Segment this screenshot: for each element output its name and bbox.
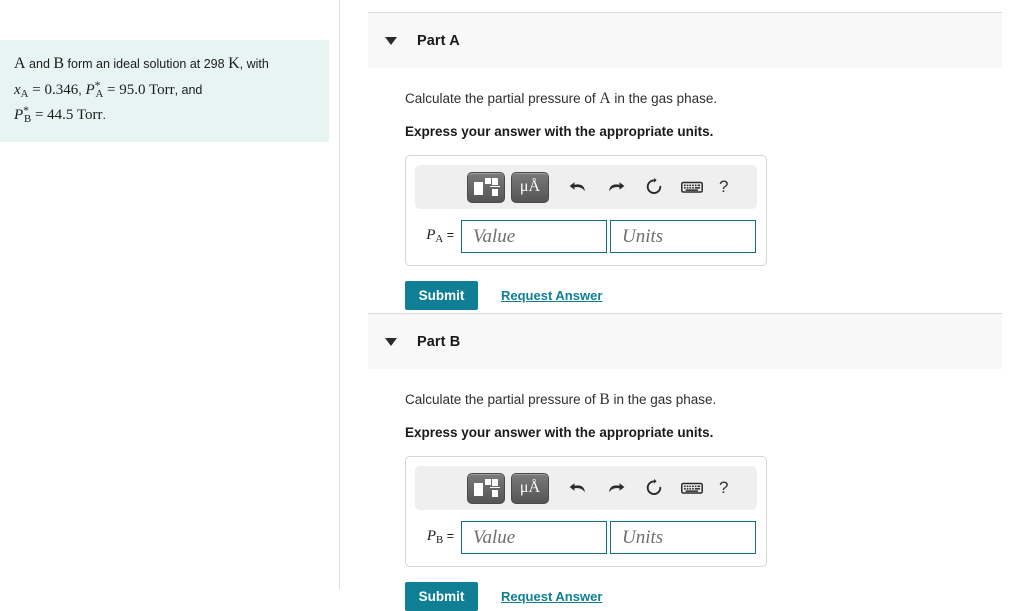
part-a-question: Calculate the partial pressure of A in t… bbox=[405, 90, 1002, 108]
part-b-answer-box: μÅ ? PB = Value Units bbox=[405, 456, 767, 567]
part-a-variable-symbol: P bbox=[426, 227, 436, 244]
part-a-value-placeholder: Value bbox=[473, 225, 516, 247]
part-a-answer-box: μÅ ? PA = Value Units bbox=[405, 155, 767, 266]
caret-down-icon[interactable] bbox=[385, 36, 397, 45]
part-a-request-answer-link[interactable]: Request Answer bbox=[501, 288, 602, 303]
species-a-symbol: A bbox=[14, 55, 26, 72]
part-section-b: Part B Calculate the partial pressure of… bbox=[368, 313, 1002, 611]
problem-pane: A and B form an ideal solution at 298 K,… bbox=[0, 0, 340, 589]
page-root: A and B form an ideal solution at 298 K,… bbox=[0, 0, 1021, 611]
vapor-pressure-b-value: = 44.5 Torr bbox=[34, 107, 103, 124]
help-icon[interactable]: ? bbox=[719, 177, 728, 197]
part-b-submit-row: Submit Request Answer bbox=[405, 582, 1002, 611]
part-a-question-text: Calculate the partial pressure of bbox=[405, 91, 596, 106]
math-template-glyph bbox=[474, 177, 500, 197]
species-b-symbol: B bbox=[53, 55, 65, 72]
part-b-value-input[interactable]: Value bbox=[461, 521, 607, 554]
part-b-title: Part B bbox=[417, 333, 461, 350]
part-a-equals-sign: = bbox=[446, 228, 454, 243]
part-b-body: Calculate the partial pressure of B in t… bbox=[368, 369, 1002, 611]
vapor-pressure-a-value: = 95.0 Torr bbox=[107, 81, 175, 98]
reset-circular-arrow-icon[interactable] bbox=[639, 473, 669, 503]
units-icon-label: μÅ bbox=[519, 479, 541, 496]
undo-arrow-icon[interactable] bbox=[563, 172, 593, 202]
part-b-request-answer-link[interactable]: Request Answer bbox=[501, 589, 602, 604]
help-icon[interactable]: ? bbox=[719, 478, 728, 498]
part-b-toolbar: μÅ ? bbox=[415, 466, 757, 510]
part-b-input-row: PB = Value Units bbox=[415, 521, 757, 554]
part-b-instruction: Express your answer with the appropriate… bbox=[405, 425, 714, 440]
mole-fraction-symbol: x bbox=[14, 81, 21, 98]
part-a-units-placeholder: Units bbox=[622, 225, 664, 247]
part-b-submit-button[interactable]: Submit bbox=[405, 582, 478, 611]
keyboard-icon[interactable] bbox=[677, 473, 707, 503]
caret-down-icon[interactable] bbox=[385, 337, 397, 346]
part-a-question-tail: in the gas phase. bbox=[614, 91, 718, 106]
problem-text-with: , with bbox=[239, 57, 269, 71]
problem-line-1: A and B form an ideal solution at 298 K,… bbox=[14, 52, 315, 77]
math-template-glyph bbox=[474, 478, 500, 498]
math-template-icon[interactable] bbox=[467, 171, 505, 203]
part-b-equals-sign: = bbox=[446, 529, 454, 544]
units-icon[interactable]: μÅ bbox=[511, 472, 549, 504]
problem-statement: A and B form an ideal solution at 298 K,… bbox=[0, 40, 329, 143]
part-b-question-text: Calculate the partial pressure of bbox=[405, 392, 596, 407]
units-icon-label: μÅ bbox=[519, 178, 541, 195]
part-a-input-row: PA = Value Units bbox=[415, 220, 757, 253]
problem-and-2: , and bbox=[174, 82, 203, 97]
part-a-variable-label: PA = bbox=[415, 227, 461, 245]
vapor-pressure-b-symbol: P bbox=[14, 107, 24, 124]
mole-fraction-value: = 0.346 bbox=[32, 81, 79, 98]
part-section-a: Part A Calculate the partial pressure of… bbox=[368, 12, 1002, 310]
undo-arrow-icon[interactable] bbox=[563, 473, 593, 503]
redo-arrow-icon[interactable] bbox=[601, 473, 631, 503]
part-a-instruction: Express your answer with the appropriate… bbox=[405, 124, 714, 139]
part-a-units-input[interactable]: Units bbox=[610, 220, 756, 253]
problem-period: . bbox=[102, 108, 106, 123]
part-a-header[interactable]: Part A bbox=[368, 12, 1002, 68]
problem-line-2: xA = 0.346, P*A = 95.0 Torr, and bbox=[14, 77, 315, 103]
part-a-submit-button[interactable]: Submit bbox=[405, 281, 478, 310]
part-b-value-placeholder: Value bbox=[473, 526, 516, 548]
part-a-title: Part A bbox=[417, 32, 460, 49]
part-a-submit-row: Submit Request Answer bbox=[405, 281, 1002, 310]
problem-text-form: form an ideal solution at 298 bbox=[67, 57, 225, 71]
part-b-header[interactable]: Part B bbox=[368, 313, 1002, 369]
reset-circular-arrow-icon[interactable] bbox=[639, 172, 669, 202]
keyboard-icon[interactable] bbox=[677, 172, 707, 202]
math-template-icon[interactable] bbox=[467, 472, 505, 504]
part-a-toolbar: μÅ ? bbox=[415, 165, 757, 209]
problem-line-3: P*B = 44.5 Torr. bbox=[14, 102, 315, 128]
problem-text-and: and bbox=[29, 57, 50, 71]
vapor-pressure-a-symbol: P bbox=[85, 81, 95, 98]
part-b-variable-symbol: P bbox=[426, 528, 436, 545]
part-b-question-tail: in the gas phase. bbox=[613, 392, 717, 407]
part-b-variable-label: PB = bbox=[415, 528, 461, 546]
units-icon[interactable]: μÅ bbox=[511, 171, 549, 203]
part-b-units-placeholder: Units bbox=[622, 526, 664, 548]
redo-arrow-icon[interactable] bbox=[601, 172, 631, 202]
part-a-question-symbol: A bbox=[599, 90, 611, 107]
part-b-question-symbol: B bbox=[599, 391, 610, 408]
part-a-body: Calculate the partial pressure of A in t… bbox=[368, 68, 1002, 310]
parts-pane: Part A Calculate the partial pressure of… bbox=[340, 0, 1021, 611]
part-b-units-input[interactable]: Units bbox=[610, 521, 756, 554]
kelvin-unit: K bbox=[228, 55, 240, 72]
part-b-question: Calculate the partial pressure of B in t… bbox=[405, 391, 1002, 409]
part-a-value-input[interactable]: Value bbox=[461, 220, 607, 253]
